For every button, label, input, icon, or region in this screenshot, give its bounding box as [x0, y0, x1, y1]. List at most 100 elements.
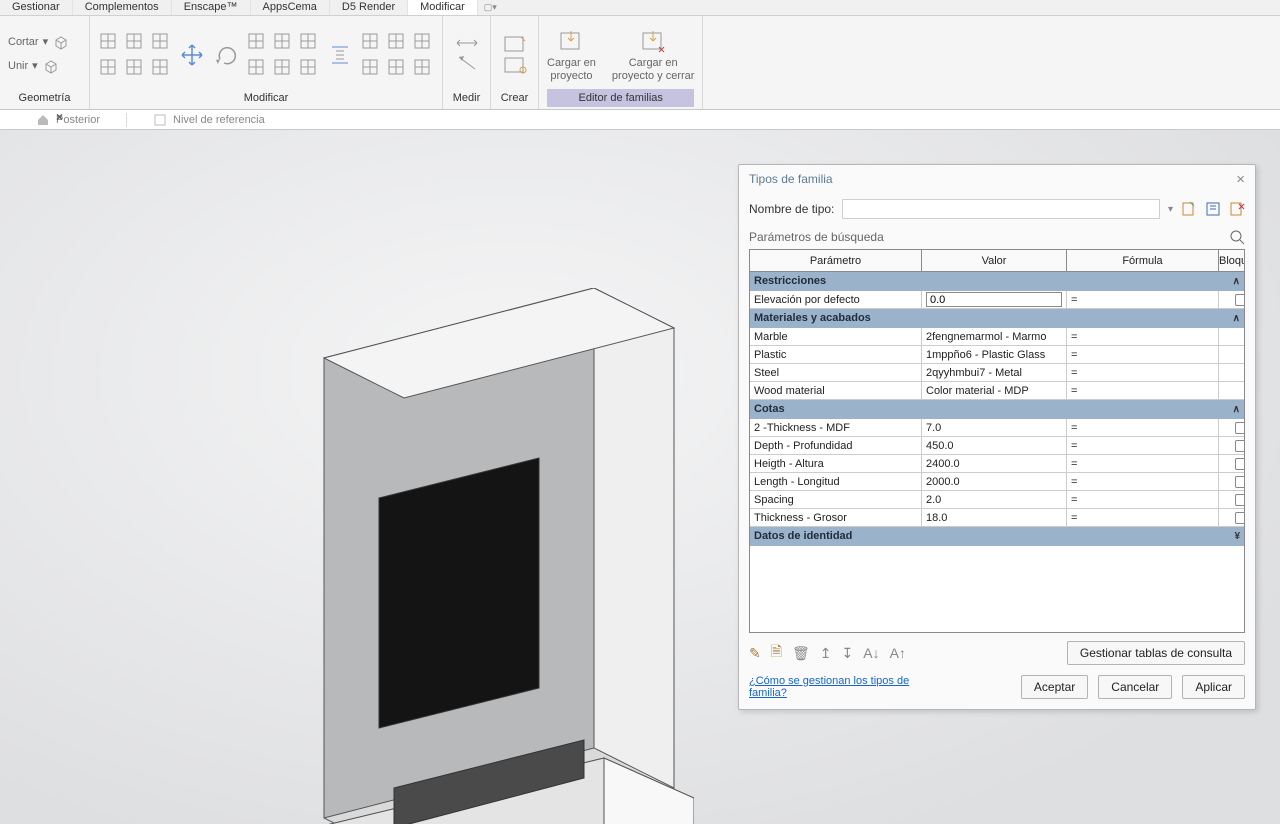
ok-button[interactable]: Aceptar	[1021, 675, 1088, 699]
param-formula[interactable]: =	[1067, 473, 1219, 491]
param-value[interactable]: Color material - MDP	[922, 382, 1067, 400]
home-icon[interactable]	[36, 113, 50, 127]
param-lock[interactable]	[1219, 437, 1245, 455]
param-value[interactable]: 7.0	[922, 419, 1067, 437]
col-formula[interactable]: Fórmula	[1067, 250, 1219, 272]
close-view-button[interactable]: ×	[56, 110, 63, 124]
modify-tool-icon[interactable]	[360, 57, 380, 77]
tab-gestionar[interactable]: Gestionar	[0, 0, 73, 15]
modify-tool-icon[interactable]	[412, 57, 432, 77]
cancel-button[interactable]: Cancelar	[1098, 675, 1172, 699]
rename-type-icon[interactable]	[1205, 201, 1221, 217]
param-formula[interactable]: =	[1067, 455, 1219, 473]
help-link[interactable]: ¿Cómo se gestionan los tipos de familia?	[749, 675, 919, 699]
close-icon[interactable]: ×	[1236, 171, 1245, 188]
param-value[interactable]	[922, 291, 1067, 309]
tab-appscema[interactable]: AppsCema	[251, 0, 330, 15]
param-row[interactable]: Length - Longitud2000.0=	[750, 473, 1244, 491]
create-sheet-icon[interactable]	[503, 56, 527, 74]
delete-type-icon[interactable]	[1229, 201, 1245, 217]
modify-tool-icon[interactable]	[360, 31, 380, 51]
param-formula[interactable]: =	[1067, 437, 1219, 455]
param-formula[interactable]: =	[1067, 364, 1219, 382]
delete-param-icon[interactable]: 🗑	[792, 645, 810, 662]
param-lock[interactable]	[1219, 509, 1245, 527]
modify-tool-icon[interactable]	[98, 31, 118, 51]
move-up-icon[interactable]: ↥	[820, 645, 832, 662]
param-row[interactable]: Wood materialColor material - MDP=	[750, 382, 1244, 400]
param-value[interactable]: 18.0	[922, 509, 1067, 527]
param-value[interactable]: 2000.0	[922, 473, 1067, 491]
param-formula[interactable]: =	[1067, 328, 1219, 346]
param-row[interactable]: Thickness - Grosor18.0=	[750, 509, 1244, 527]
param-row[interactable]: Elevación por defecto=	[750, 291, 1244, 309]
modify-tool-icon[interactable]	[272, 57, 292, 77]
param-row[interactable]: Heigth - Altura2400.0=	[750, 455, 1244, 473]
param-lock[interactable]	[1219, 291, 1245, 309]
param-formula[interactable]: =	[1067, 346, 1219, 364]
param-lock[interactable]	[1219, 455, 1245, 473]
tab-d5 render[interactable]: D5 Render	[330, 0, 408, 15]
modify-tool-icon[interactable]	[124, 31, 144, 51]
sheet-icon[interactable]	[153, 113, 167, 127]
modify-tool-icon[interactable]	[386, 31, 406, 51]
modify-tool-icon[interactable]	[246, 31, 266, 51]
param-lock[interactable]	[1219, 364, 1245, 382]
param-value[interactable]: 1mppño6 - Plastic Glass	[922, 346, 1067, 364]
param-formula[interactable]: =	[1067, 291, 1219, 309]
cut-tool[interactable]: Cortar▾	[8, 34, 70, 52]
param-formula[interactable]: =	[1067, 491, 1219, 509]
move-down-icon[interactable]: ↧	[842, 645, 854, 662]
param-lock[interactable]	[1219, 382, 1245, 400]
manage-lookup-tables-button[interactable]: Gestionar tablas de consulta	[1067, 641, 1245, 665]
modify-tool-icon[interactable]	[150, 57, 170, 77]
search-label[interactable]: Parámetros de búsqueda	[749, 230, 884, 244]
param-row[interactable]: 2 -Thickness - MDF7.0=	[750, 419, 1244, 437]
param-value[interactable]: 450.0	[922, 437, 1067, 455]
apply-button[interactable]: Aplicar	[1182, 675, 1245, 699]
param-lock[interactable]	[1219, 419, 1245, 437]
modify-tool-icon[interactable]	[150, 31, 170, 51]
type-name-input[interactable]	[842, 199, 1160, 219]
param-row[interactable]: Steel2qyyhmbui7 - Metal=	[750, 364, 1244, 382]
measure-icon[interactable]	[453, 35, 481, 75]
sort-asc-icon[interactable]: A↓	[863, 645, 879, 661]
modify-tool-icon[interactable]	[98, 57, 118, 77]
tab-complementos[interactable]: Complementos	[73, 0, 172, 15]
param-lock[interactable]	[1219, 328, 1245, 346]
edit-param-icon[interactable]: ✎	[749, 645, 761, 662]
param-value-input[interactable]	[926, 292, 1062, 307]
new-type-icon[interactable]	[1181, 201, 1197, 217]
rotate-icon[interactable]	[212, 41, 240, 69]
load-into-project-close-button[interactable]: Cargar en proyecto y cerrar	[612, 27, 695, 83]
sort-desc-icon[interactable]: A↑	[890, 645, 906, 661]
param-formula[interactable]: =	[1067, 509, 1219, 527]
param-value[interactable]: 2fengnemarmol - Marmo	[922, 328, 1067, 346]
modify-tool-icon[interactable]	[412, 31, 432, 51]
param-lock[interactable]	[1219, 491, 1245, 509]
param-value[interactable]: 2.0	[922, 491, 1067, 509]
param-formula[interactable]: =	[1067, 382, 1219, 400]
align-icon[interactable]	[326, 41, 354, 69]
param-lock[interactable]	[1219, 473, 1245, 491]
chevron-down-icon[interactable]: ▾	[1168, 204, 1173, 215]
param-row[interactable]: Depth - Profundidad450.0=	[750, 437, 1244, 455]
view-label[interactable]: Nivel de referencia	[173, 114, 265, 126]
param-lock[interactable]	[1219, 346, 1245, 364]
search-icon[interactable]	[1229, 229, 1245, 245]
param-row[interactable]: Marble2fengnemarmol - Marmo=	[750, 328, 1244, 346]
tab-enscape™[interactable]: Enscape™	[172, 0, 251, 15]
col-lock[interactable]: Bloquear	[1219, 250, 1245, 272]
load-into-project-button[interactable]: Cargar en proyecto	[547, 27, 596, 83]
modify-tool-icon[interactable]	[124, 57, 144, 77]
modify-tool-icon[interactable]	[298, 57, 318, 77]
modify-tool-icon[interactable]	[272, 31, 292, 51]
create-item-icon[interactable]	[503, 35, 527, 53]
tab-overflow[interactable]: ▢▾	[478, 0, 503, 15]
join-tool[interactable]: Unir▾	[8, 58, 60, 76]
modify-tool-icon[interactable]	[386, 57, 406, 77]
param-formula[interactable]: =	[1067, 419, 1219, 437]
move-arrows-icon[interactable]	[178, 41, 206, 69]
param-value[interactable]: 2400.0	[922, 455, 1067, 473]
modify-tool-icon[interactable]	[298, 31, 318, 51]
